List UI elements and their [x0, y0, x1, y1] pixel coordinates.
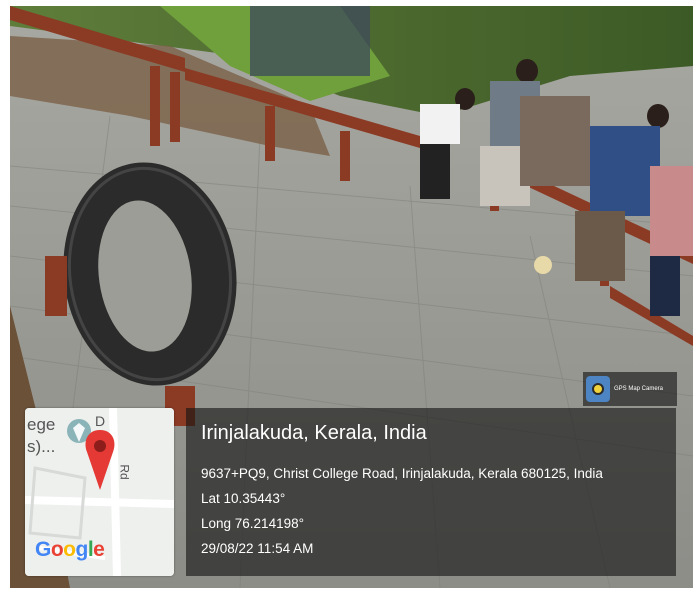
gps-map-camera-icon	[586, 376, 610, 402]
location-info-panel: Irinjalakuda, Kerala, India 9637+PQ9, Ch…	[186, 408, 676, 576]
app-badge-label: GPS Map Camera	[614, 386, 664, 392]
map-label-second: s)...	[27, 437, 56, 456]
post	[45, 256, 67, 316]
road-label: D	[95, 413, 106, 429]
google-logo: Google	[35, 538, 105, 562]
google-logo-letter: G	[35, 538, 51, 561]
latitude-line: Lat 10.35443°	[201, 491, 286, 506]
location-title: Irinjalakuda, Kerala, India	[201, 422, 427, 444]
road-label-rd: Rd	[117, 464, 132, 480]
google-logo-letter: o	[63, 538, 76, 561]
google-logo-letter: g	[75, 538, 89, 561]
timestamp-line: 29/08/22 11:54 AM	[201, 541, 314, 556]
ball	[534, 256, 552, 274]
map-label-top: ege	[27, 415, 56, 434]
google-logo-letter: o	[50, 538, 64, 561]
longitude-line: Long 76.214198°	[201, 516, 304, 531]
map-thumbnail: ege s)... D Rd Google	[25, 408, 174, 576]
google-logo-text: Google	[35, 538, 105, 561]
gps-map-camera-badge: GPS Map Camera	[583, 372, 677, 406]
address-line: 9637+PQ9, Christ College Road, Irinjalak…	[201, 466, 603, 481]
google-logo-letter: e	[93, 538, 105, 561]
